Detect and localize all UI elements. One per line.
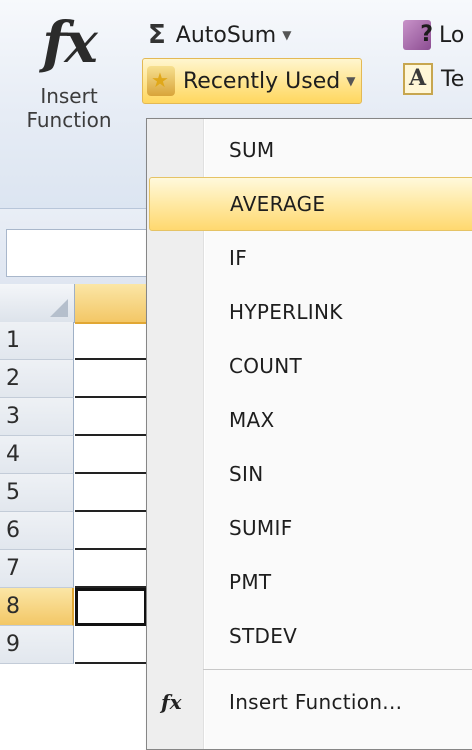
- row-header[interactable]: 1: [0, 322, 74, 360]
- cell-a4[interactable]: [75, 436, 147, 474]
- cell-a6[interactable]: [75, 512, 147, 550]
- star-folder-icon: [147, 66, 175, 96]
- menu-item-sumif[interactable]: SUMIF: [149, 501, 472, 555]
- lookup-book-icon: [403, 20, 433, 50]
- menu-item-count[interactable]: COUNT: [149, 339, 472, 393]
- menu-item-label: STDEV: [229, 624, 298, 648]
- row-header[interactable]: 4: [0, 436, 74, 474]
- chevron-down-icon: ▼: [346, 74, 356, 88]
- row-header[interactable]: 3: [0, 398, 74, 436]
- menu-item-label: Insert Function...: [229, 690, 403, 714]
- chevron-down-icon: ▼: [282, 28, 292, 42]
- recently-used-label: Recently Used: [183, 68, 341, 94]
- cell-a9[interactable]: [75, 626, 147, 664]
- recently-used-button[interactable]: Recently Used ▼: [142, 58, 363, 104]
- menu-item-label: AVERAGE: [230, 192, 326, 216]
- text-functions-button[interactable]: Te: [403, 58, 464, 100]
- menu-item-average[interactable]: AVERAGE: [149, 177, 472, 231]
- insert-function-button[interactable]: fx Insert Function: [4, 8, 134, 188]
- row-header[interactable]: 6: [0, 512, 74, 550]
- menu-item-sum[interactable]: SUM: [149, 123, 472, 177]
- autosum-label: AutoSum: [175, 22, 277, 48]
- recently-used-dropdown: SUM AVERAGE IF HYPERLINK COUNT MAX SIN S…: [146, 118, 472, 750]
- insert-function-label-1: Insert: [40, 84, 98, 108]
- menu-item-hyperlink[interactable]: HYPERLINK: [149, 285, 472, 339]
- cell-a8-active[interactable]: [75, 588, 147, 626]
- select-all-corner[interactable]: [0, 284, 75, 322]
- lookup-reference-button[interactable]: Lo: [403, 14, 464, 56]
- row-header[interactable]: 2: [0, 360, 74, 398]
- menu-item-label: COUNT: [229, 354, 303, 378]
- cell-a1[interactable]: [75, 322, 147, 360]
- row-header-selected[interactable]: 8: [0, 588, 74, 626]
- lookup-label: Lo: [439, 22, 465, 48]
- menu-item-label: SUMIF: [229, 516, 293, 540]
- cell-a3[interactable]: [75, 398, 147, 436]
- column-header-a[interactable]: [75, 284, 147, 324]
- row-header[interactable]: 7: [0, 550, 74, 588]
- insert-function-label-2: Function: [26, 108, 112, 132]
- cell-a2[interactable]: [75, 360, 147, 398]
- menu-item-label: MAX: [229, 408, 275, 432]
- name-box[interactable]: [6, 229, 148, 277]
- menu-item-max[interactable]: MAX: [149, 393, 472, 447]
- menu-item-label: SIN: [229, 462, 264, 486]
- autosum-button[interactable]: Σ AutoSum ▼: [148, 14, 291, 56]
- menu-item-insert-function[interactable]: fx Insert Function...: [149, 675, 472, 729]
- cell-a7[interactable]: [75, 550, 147, 588]
- cell-a5[interactable]: [75, 474, 147, 512]
- row-header[interactable]: 5: [0, 474, 74, 512]
- text-label: Te: [441, 66, 465, 92]
- row-header[interactable]: 9: [0, 626, 74, 664]
- text-a-icon: [403, 63, 433, 95]
- menu-item-stdev[interactable]: STDEV: [149, 609, 472, 663]
- fx-icon: fx: [161, 690, 182, 714]
- menu-item-label: IF: [229, 246, 248, 270]
- menu-item-label: PMT: [229, 570, 272, 594]
- menu-item-label: HYPERLINK: [229, 300, 343, 324]
- sigma-icon: Σ: [148, 20, 166, 50]
- menu-item-pmt[interactable]: PMT: [149, 555, 472, 609]
- menu-item-if[interactable]: IF: [149, 231, 472, 285]
- menu-item-label: SUM: [229, 138, 275, 162]
- menu-separator: [203, 669, 472, 670]
- menu-item-sin[interactable]: SIN: [149, 447, 472, 501]
- fx-icon: fx: [42, 10, 97, 76]
